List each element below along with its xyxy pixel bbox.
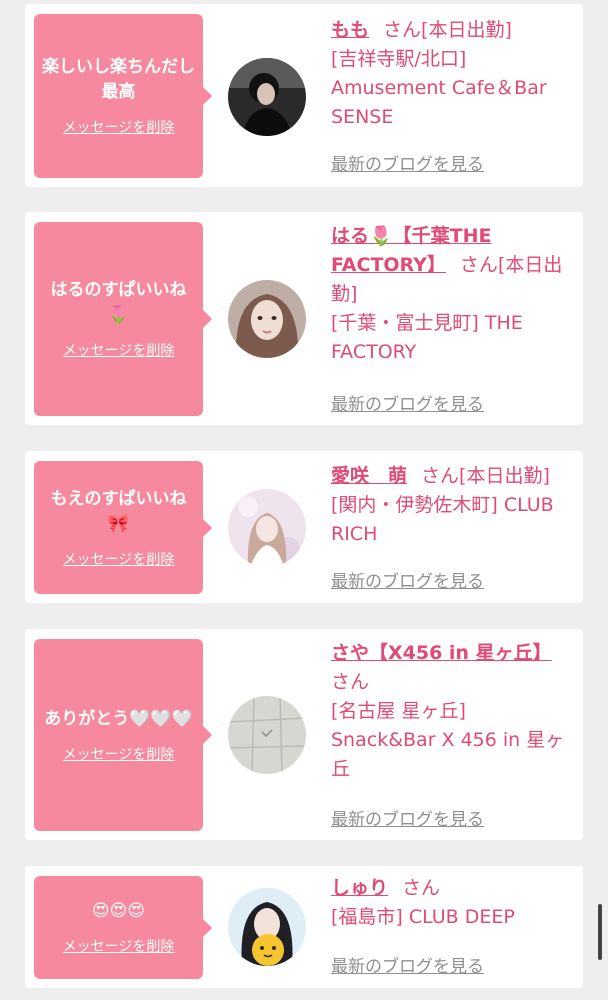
cast-info: はる🌷【千葉THE FACTORY】 さん[本日出勤] [千葉・富士見町] THE… xyxy=(331,222,576,367)
message-bubble: 😍😍😍 メッセージを削除 xyxy=(34,876,212,979)
shop-location: [千葉・富士見町] THE FACTORY xyxy=(331,312,523,363)
message-text: 😍😍😍 xyxy=(91,901,146,921)
shop-location: [吉祥寺駅/北口] Amusement Cafe＆Bar SENSE xyxy=(331,48,547,128)
latest-blog-link[interactable]: 最新のブログを見る xyxy=(331,567,484,592)
message-bubble: もえのすぱいいね🎀 メッセージを削除 xyxy=(34,461,212,594)
honorific: さん xyxy=(331,671,370,693)
shop-location: [関内・伊勢佐木町] CLUB RICH xyxy=(331,494,554,545)
latest-blog-link[interactable]: 最新のブログを見る xyxy=(331,150,484,175)
honorific: さん xyxy=(383,19,422,41)
latest-blog-link[interactable]: 最新のブログを見る xyxy=(331,390,484,415)
cast-name-link[interactable]: さや【X456 in 星ヶ丘】 xyxy=(331,642,552,664)
cast-name-link[interactable]: 愛咲 萌 xyxy=(331,465,407,487)
scrollbar-thumb[interactable] xyxy=(598,904,602,960)
cast-info: 愛咲 萌さん[本日出勤] [関内・伊勢佐木町] CLUB RICH xyxy=(331,462,576,549)
avatar[interactable] xyxy=(228,58,306,136)
message-text: はるのすぱいいね🌷 xyxy=(50,280,187,325)
honorific: さん xyxy=(459,254,498,276)
message-text: 楽しいし楽ちんだし最高 xyxy=(42,57,195,102)
shop-location: [名古屋 星ヶ丘] Snack&Bar X 456 in 星ヶ丘 xyxy=(331,700,565,780)
avatar[interactable] xyxy=(228,280,306,358)
latest-blog-link[interactable]: 最新のブログを見る xyxy=(331,952,484,977)
attendance-status: [本日出勤] xyxy=(459,465,550,487)
message-card: ありがとう🤍🤍🤍 メッセージを削除 さや【X456 in 星ヶ丘】 さん [名古屋… xyxy=(25,629,583,840)
latest-blog-link[interactable]: 最新のブログを見る xyxy=(331,805,484,830)
message-bubble: ありがとう🤍🤍🤍 メッセージを削除 xyxy=(34,639,212,831)
delete-message-link[interactable]: メッセージを削除 xyxy=(63,549,175,569)
avatar[interactable] xyxy=(228,489,306,567)
delete-message-link[interactable]: メッセージを削除 xyxy=(63,936,175,956)
honorific: さん xyxy=(421,465,460,487)
message-bubble: 楽しいし楽ちんだし最高 メッセージを削除 xyxy=(34,14,212,178)
cast-info: さや【X456 in 星ヶ丘】 さん [名古屋 星ヶ丘] Snack&Bar X … xyxy=(331,639,576,784)
delete-message-link[interactable]: メッセージを削除 xyxy=(63,117,175,137)
message-bubble: はるのすぱいいね🌷 メッセージを削除 xyxy=(34,222,212,416)
message-card: 😍😍😍 メッセージを削除 しゅり さん [福島市] CLUB DEEP 最新のブロ… xyxy=(25,866,583,988)
avatar[interactable] xyxy=(228,696,306,774)
shop-location: [福島市] CLUB DEEP xyxy=(331,906,515,928)
cast-info: しゅり さん [福島市] CLUB DEEP xyxy=(331,874,576,932)
avatar[interactable] xyxy=(228,888,306,966)
cast-name-link[interactable]: しゅり xyxy=(331,877,388,899)
message-text: もえのすぱいいね🎀 xyxy=(50,488,187,534)
delete-message-link[interactable]: メッセージを削除 xyxy=(63,744,175,764)
message-card: 楽しいし楽ちんだし最高 メッセージを削除 もも さん[本日出勤] [吉祥寺駅/北口… xyxy=(25,4,583,187)
message-card: はるのすぱいいね🌷 メッセージを削除 はる🌷【千葉THE FACTORY】 さん[… xyxy=(25,212,583,425)
honorific: さん xyxy=(402,877,441,899)
attendance-status: [本日出勤] xyxy=(421,19,512,41)
message-text: ありがとう🤍🤍🤍 xyxy=(44,708,193,729)
cast-info: もも さん[本日出勤] [吉祥寺駅/北口] Amusement Cafe＆Bar … xyxy=(331,16,576,132)
message-card: もえのすぱいいね🎀 メッセージを削除 愛咲 萌さん[本日出勤] [関内・伊勢佐木… xyxy=(25,451,583,603)
delete-message-link[interactable]: メッセージを削除 xyxy=(63,340,175,360)
cast-name-link[interactable]: もも xyxy=(331,19,369,41)
